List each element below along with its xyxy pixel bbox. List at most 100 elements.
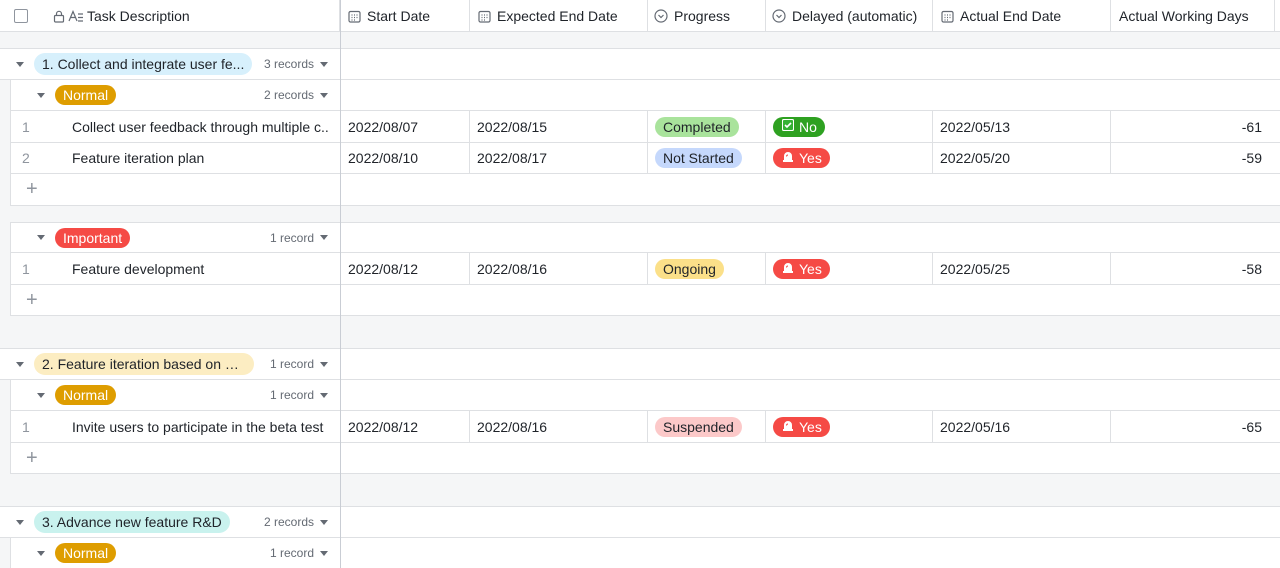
group-header[interactable]: 1. Collect and integrate user fe... 3 re… xyxy=(0,48,340,80)
table-row[interactable]: 1 Collect user feedback through multiple… xyxy=(10,111,340,143)
progress-cell[interactable]: Ongoing xyxy=(648,253,766,284)
delayed-cell[interactable]: Yes xyxy=(766,411,933,442)
add-record-button[interactable]: + xyxy=(26,174,38,205)
chevron-down-icon xyxy=(320,519,328,525)
table-row[interactable]: 2 Feature iteration plan xyxy=(10,143,340,174)
expected-end-date-cell[interactable]: 2022/08/16 xyxy=(470,253,648,284)
table-row-right[interactable]: 2022/08/12 2022/08/16 Suspended Yes 2022… xyxy=(341,411,1280,443)
progress-cell[interactable]: Completed xyxy=(648,111,766,142)
progress-tag: Ongoing xyxy=(655,258,724,279)
expected-end-date-cell[interactable]: 2022/08/15 xyxy=(470,111,648,142)
frozen-column-divider xyxy=(340,0,341,568)
subgroup-header[interactable]: Normal 1 record xyxy=(10,380,340,411)
group-label: 1. Collect and integrate user fe... xyxy=(34,53,253,75)
group-header[interactable]: 3. Advance new feature R&D 2 records xyxy=(0,506,340,538)
subgroup-header[interactable]: Normal 2 records xyxy=(10,80,340,111)
working-days-cell[interactable]: -58 xyxy=(1111,253,1275,284)
delayed-tag: Yes xyxy=(773,148,830,168)
subgroup-header[interactable]: Normal 1 record xyxy=(10,538,340,568)
subgroup-record-count[interactable]: 2 records xyxy=(264,80,328,110)
header-actual-working-days[interactable]: Actual Working Days xyxy=(1111,0,1275,32)
header-expected-end-date[interactable]: Expected End Date xyxy=(470,0,648,32)
group-header-right xyxy=(341,506,1280,538)
group-record-count[interactable]: 2 records xyxy=(264,507,328,537)
group-record-count[interactable]: 1 record xyxy=(270,349,328,379)
start-date-cell[interactable]: 2022/08/12 xyxy=(341,253,470,284)
add-record-button[interactable]: + xyxy=(26,285,38,315)
collapse-subgroup-toggle[interactable] xyxy=(37,538,45,568)
header-start-date-label: Start Date xyxy=(367,8,431,24)
table-row[interactable]: 1 Feature development xyxy=(10,253,340,285)
header-progress[interactable]: Progress xyxy=(648,0,766,32)
delayed-cell[interactable]: No xyxy=(766,111,933,142)
actual-end-date-cell[interactable]: 2022/05/16 xyxy=(933,411,1111,442)
subgroup-record-count[interactable]: 1 record xyxy=(270,380,328,410)
progress-tag: Completed xyxy=(655,116,739,137)
collapse-subgroup-toggle[interactable] xyxy=(37,223,45,252)
group-header[interactable]: 2. Feature iteration based on us... 1 re… xyxy=(0,348,340,380)
chevron-down-icon xyxy=(320,235,328,240)
collapse-subgroup-toggle[interactable] xyxy=(37,380,45,410)
table-row-right[interactable]: 2022/08/12 2022/08/16 Ongoing Yes 2022/0… xyxy=(341,253,1280,285)
calendar-icon xyxy=(940,9,954,23)
text-field-icon xyxy=(68,9,84,23)
subgroup-header-right xyxy=(341,222,1280,253)
table-row-right[interactable]: 2022/08/10 2022/08/17 Not Started Yes 20… xyxy=(341,143,1280,174)
expected-end-date-cell[interactable]: 2022/08/16 xyxy=(470,411,648,442)
select-all-checkbox[interactable] xyxy=(14,9,28,23)
add-record-row[interactable]: + xyxy=(10,285,340,316)
subgroup-record-count[interactable]: 1 record xyxy=(270,538,328,568)
chevron-down-icon xyxy=(320,61,328,67)
start-date-cell[interactable]: 2022/08/12 xyxy=(341,411,470,442)
start-date-cell[interactable]: 2022/08/07 xyxy=(341,111,470,142)
chevron-down-icon xyxy=(320,92,328,98)
header-actual-end-date[interactable]: Actual End Date xyxy=(933,0,1111,32)
table-row-right[interactable]: 2022/08/07 2022/08/15 Completed No 2022/… xyxy=(341,111,1280,143)
start-date-cell[interactable]: 2022/08/10 xyxy=(341,143,470,173)
chevron-down-icon xyxy=(37,235,45,240)
subgroup-header[interactable]: Important 1 record xyxy=(10,222,340,253)
actual-end-date-cell[interactable]: 2022/05/20 xyxy=(933,143,1111,173)
progress-tag: Not Started xyxy=(655,148,742,168)
collapse-group-toggle[interactable] xyxy=(16,49,24,79)
header-expected-end-date-label: Expected End Date xyxy=(497,8,618,24)
task-description-cell[interactable]: Feature iteration plan xyxy=(72,143,330,173)
group-header-right xyxy=(341,48,1280,80)
task-description-cell[interactable]: Collect user feedback through multiple c… xyxy=(72,111,330,142)
header-task-description[interactable]: Task Description xyxy=(0,0,340,32)
working-days-cell[interactable]: -61 xyxy=(1111,111,1275,142)
expected-end-date-cell[interactable]: 2022/08/17 xyxy=(470,143,648,173)
group-record-count[interactable]: 3 records xyxy=(264,49,328,79)
header-delayed-label: Delayed (automatic) xyxy=(792,8,918,24)
add-record-row-right xyxy=(341,285,1280,316)
collapse-subgroup-toggle[interactable] xyxy=(37,80,45,110)
subgroup-record-count[interactable]: 1 record xyxy=(270,223,328,252)
actual-end-date-cell[interactable]: 2022/05/25 xyxy=(933,253,1111,284)
chevron-down-icon xyxy=(16,61,24,67)
dropdown-circle-icon xyxy=(772,9,786,23)
progress-cell[interactable]: Suspended xyxy=(648,411,766,442)
delayed-cell[interactable]: Yes xyxy=(766,253,933,284)
header-progress-label: Progress xyxy=(674,8,731,24)
progress-cell[interactable]: Not Started xyxy=(648,143,766,173)
header-delayed[interactable]: Delayed (automatic) xyxy=(766,0,933,32)
add-record-row[interactable]: + xyxy=(10,443,340,474)
delayed-cell[interactable]: Yes xyxy=(766,143,933,173)
header-task-description-label: Task Description xyxy=(87,8,190,24)
working-days-cell[interactable]: -65 xyxy=(1111,411,1275,442)
chevron-down-icon xyxy=(16,519,24,525)
working-days-cell[interactable]: -59 xyxy=(1111,143,1275,173)
table-row[interactable]: 1 Invite users to participate in the bet… xyxy=(10,411,340,443)
row-number: 2 xyxy=(22,150,30,166)
task-description-cell[interactable]: Feature development xyxy=(72,253,330,284)
collapse-group-toggle[interactable] xyxy=(16,349,24,379)
dropdown-circle-icon xyxy=(654,9,668,23)
calendar-icon xyxy=(477,9,491,23)
actual-end-date-cell[interactable]: 2022/05/13 xyxy=(933,111,1111,142)
header-start-date[interactable]: Start Date xyxy=(341,0,470,32)
progress-tag: Suspended xyxy=(655,416,742,437)
collapse-group-toggle[interactable] xyxy=(16,507,24,537)
add-record-button[interactable]: + xyxy=(26,443,38,473)
task-description-cell[interactable]: Invite users to participate in the beta … xyxy=(72,411,330,442)
add-record-row[interactable]: + xyxy=(10,174,340,206)
